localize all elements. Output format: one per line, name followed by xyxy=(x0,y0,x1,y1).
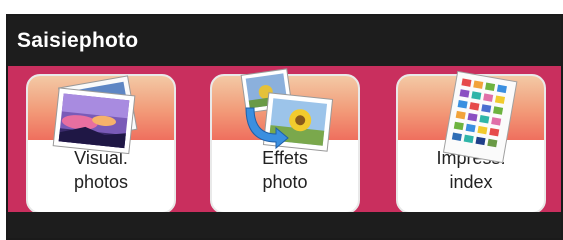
photo-effects-label-line2: photo xyxy=(262,172,308,192)
print-index-label-line2: index xyxy=(449,172,493,192)
lcd-screen: Saisiephoto Visual. photos Effets photo … xyxy=(6,14,563,240)
photo-stack-icon xyxy=(52,75,138,155)
index-sheet-icon xyxy=(442,70,518,164)
bottom-bar xyxy=(8,212,561,238)
photo-effects-icon xyxy=(240,68,334,152)
view-photos-label-line2: photos xyxy=(73,172,129,192)
screen-title: Saisiephoto xyxy=(8,16,561,66)
